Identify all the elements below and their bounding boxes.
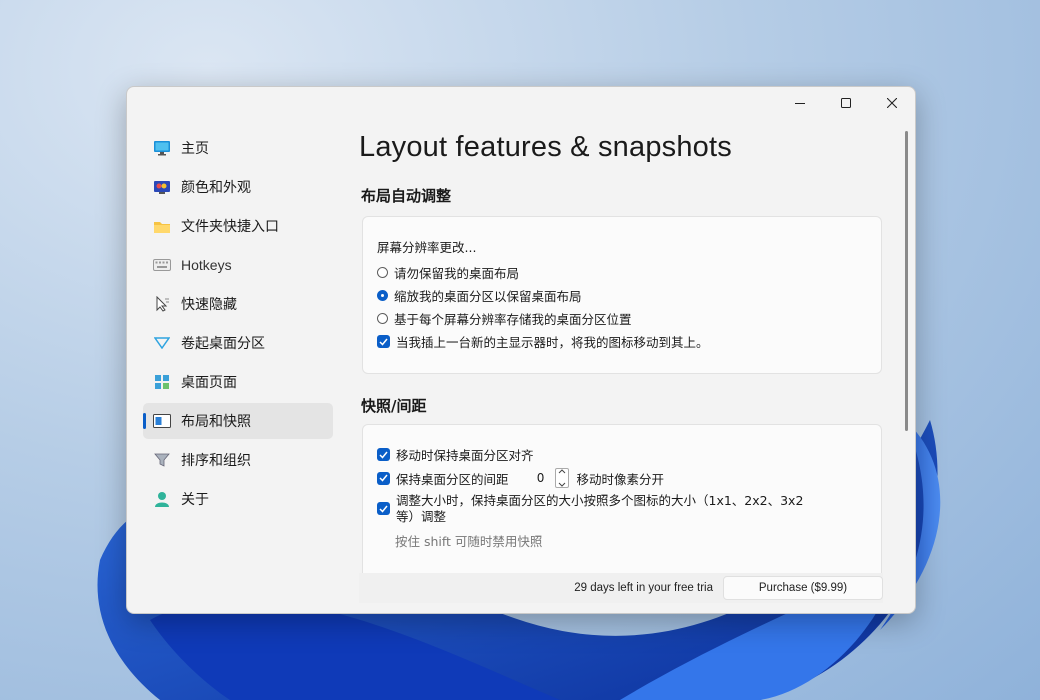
sidebar-item-label: 文件夹快捷入口 <box>181 219 279 235</box>
shift-hint: 按住 shift 可随时禁用快照 <box>395 534 543 549</box>
checkbox-checked[interactable] <box>377 335 390 348</box>
auto-layout-heading: 布局自动调整 <box>361 187 452 205</box>
maximize-button[interactable] <box>823 87 869 117</box>
main-content: Layout features & snapshots 布局自动调整 屏幕分辨率… <box>359 127 899 586</box>
spacing-value[interactable]: 0 <box>531 471 551 485</box>
footer-bar: 29 days left in your free tria Purchase … <box>359 573 883 603</box>
sidebar-item-colors[interactable]: 颜色和外观 <box>143 169 333 205</box>
resize-label-line1: 调整大小时，保持桌面分区的大小按照多个图标的大小（1x1、2x2、3x2 <box>396 493 804 508</box>
auto-layout-card: 屏幕分辨率更改... 请勿保留我的桌面布局 缩放我的桌面分区以保留桌面布局 基于… <box>362 216 882 374</box>
cursor-hide-icon <box>153 295 171 313</box>
checkbox-label: 当我插上一台新的主显示器时，将我的图标移动到其上。 <box>396 335 709 350</box>
layout-icon <box>153 412 171 430</box>
snap-card: 移动时保持桌面分区对齐 保持桌面分区的间距 0 移动时像素分开 调整大小时，保持… <box>362 424 882 586</box>
sidebar-item-label: 卷起桌面分区 <box>181 336 265 352</box>
sidebar-item-rollup[interactable]: 卷起桌面分区 <box>143 325 333 361</box>
radio-label: 请勿保留我的桌面布局 <box>394 266 520 281</box>
sidebar-item-layout-snapshots[interactable]: 布局和快照 <box>143 403 333 439</box>
sidebar-item-label: Hotkeys <box>181 257 232 273</box>
radio-label: 缩放我的桌面分区以保留桌面布局 <box>394 289 582 304</box>
keyboard-icon <box>153 256 171 274</box>
radio-button[interactable] <box>377 267 388 278</box>
checkbox-label: 保持桌面分区的间距 <box>396 471 509 487</box>
monitor-icon <box>153 139 171 157</box>
checkbox-checked[interactable] <box>377 502 390 515</box>
radio-button[interactable] <box>377 313 388 324</box>
checkmark-icon <box>379 338 388 346</box>
stepper-buttons[interactable] <box>554 468 569 488</box>
checkmark-icon <box>379 451 388 459</box>
radio-option-scale[interactable]: 缩放我的桌面分区以保留桌面布局 <box>377 286 582 305</box>
minimize-button[interactable] <box>777 87 823 117</box>
sidebar-item-label: 排序和组织 <box>181 453 251 469</box>
chevron-up-icon[interactable] <box>558 469 566 474</box>
purchase-button[interactable]: Purchase ($9.99) <box>723 576 883 600</box>
sidebar-item-label: 布局和快照 <box>181 414 251 430</box>
sidebar-item-about[interactable]: 关于 <box>143 481 333 517</box>
keep-aligned-checkbox-row[interactable]: 移动时保持桌面分区对齐 <box>377 445 534 464</box>
sidebar-item-hotkeys[interactable]: Hotkeys <box>143 247 333 283</box>
checkmark-icon <box>379 474 388 482</box>
folder-icon <box>153 217 171 235</box>
radio-option-per-resolution[interactable]: 基于每个屏幕分辨率存储我的桌面分区位置 <box>377 309 632 328</box>
close-icon <box>886 93 898 112</box>
sidebar-item-home[interactable]: 主页 <box>143 130 333 166</box>
radio-button-selected[interactable] <box>377 290 388 301</box>
radio-option-dont-preserve[interactable]: 请勿保留我的桌面布局 <box>377 263 519 282</box>
trial-status: 29 days left in your free tria <box>574 582 713 594</box>
checkbox-label: 移动时保持桌面分区对齐 <box>396 448 534 463</box>
spacing-checkbox-row[interactable]: 保持桌面分区的间距 0 移动时像素分开 <box>377 468 664 488</box>
sidebar-item-label: 主页 <box>181 141 209 157</box>
resize-label: 调整大小时，保持桌面分区的大小按照多个图标的大小（1x1、2x2、3x2 等）调… <box>396 493 803 525</box>
sidebar-item-label: 关于 <box>181 492 209 508</box>
filter-icon <box>153 451 171 469</box>
person-icon <box>153 490 171 508</box>
title-bar <box>127 87 915 119</box>
maximize-icon <box>841 93 851 112</box>
chevron-down-icon[interactable] <box>558 482 566 487</box>
radio-label: 基于每个屏幕分辨率存储我的桌面分区位置 <box>394 312 632 327</box>
sidebar-item-desktop-pages[interactable]: 桌面页面 <box>143 364 333 400</box>
sidebar-nav: 主页 颜色和外观 文件夹快捷入口 Hotkeys 快速隐藏 卷起桌面分区 桌面页… <box>127 127 343 520</box>
checkbox-checked[interactable] <box>377 471 390 485</box>
sidebar-item-quick-hide[interactable]: 快速隐藏 <box>143 286 333 322</box>
vertical-scrollbar[interactable] <box>905 131 908 431</box>
paint-monitor-icon <box>153 178 171 196</box>
sidebar-item-sort-organize[interactable]: 排序和组织 <box>143 442 333 478</box>
sidebar-item-label: 桌面页面 <box>181 375 237 391</box>
snap-heading: 快照/间距 <box>361 397 427 415</box>
resolution-prompt: 屏幕分辨率更改... <box>377 237 476 256</box>
spacing-stepper[interactable]: 0 <box>531 468 569 488</box>
minimize-icon <box>795 93 805 112</box>
rollup-triangle-icon <box>153 334 171 352</box>
spacing-suffix: 移动时像素分开 <box>576 471 665 487</box>
app-window: 主页 颜色和外观 文件夹快捷入口 Hotkeys 快速隐藏 卷起桌面分区 桌面页… <box>126 86 916 614</box>
page-title: Layout features & snapshots <box>359 131 732 163</box>
sidebar-item-label: 颜色和外观 <box>181 180 251 196</box>
resize-checkbox-row[interactable]: 调整大小时，保持桌面分区的大小按照多个图标的大小（1x1、2x2、3x2 等）调… <box>377 493 803 525</box>
checkmark-icon <box>379 505 388 513</box>
sidebar-item-folder-portals[interactable]: 文件夹快捷入口 <box>143 208 333 244</box>
resize-label-line2: 等）调整 <box>396 509 447 524</box>
resolution-prompt-text: 屏幕分辨率更改... <box>377 240 477 255</box>
pages-icon <box>153 373 171 391</box>
checkbox-checked[interactable] <box>377 448 390 461</box>
close-button[interactable] <box>869 87 915 117</box>
sidebar-item-label: 快速隐藏 <box>181 297 237 313</box>
move-icons-checkbox-row[interactable]: 当我插上一台新的主显示器时，将我的图标移动到其上。 <box>377 332 709 351</box>
